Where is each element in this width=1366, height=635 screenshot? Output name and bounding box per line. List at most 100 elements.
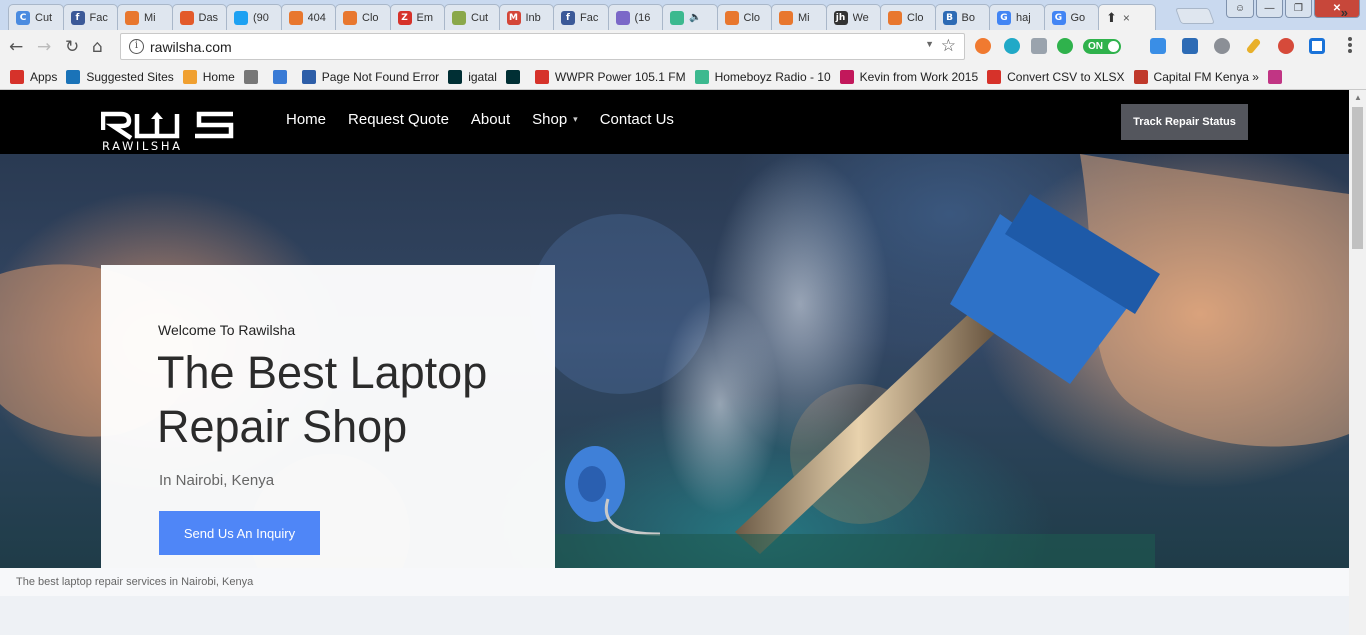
url-text[interactable]: rawilsha.com [150, 39, 232, 55]
bookmark-item[interactable] [505, 69, 526, 84]
close-window-button[interactable]: ✕ [1314, 0, 1360, 18]
nav-item-label: About [470, 111, 511, 128]
extension-b-icon[interactable] [1150, 38, 1166, 54]
browser-tab[interactable]: Z Em [389, 4, 445, 30]
bookmark-item[interactable]: WWPR Power 105.1 FM [534, 69, 686, 84]
bookmark-item[interactable] [272, 69, 293, 84]
maximize-button[interactable]: ❐ [1285, 0, 1312, 18]
globe-extension-icon[interactable] [1214, 38, 1230, 54]
tab-favicon-icon: B [942, 10, 957, 25]
download-manager-icon[interactable] [1057, 38, 1073, 54]
track-repair-status-button[interactable]: Track Repair Status [1121, 104, 1248, 140]
tab-title: Clo [743, 11, 761, 24]
instagram-icon [1267, 69, 1282, 84]
back-arrow-icon[interactable]: ← [9, 37, 23, 57]
tab-title: 404 [307, 11, 326, 24]
nav-item-label: Home [286, 111, 327, 128]
ez-icon [839, 69, 854, 84]
browser-tab[interactable]: G Go [1043, 4, 1099, 30]
forward-arrow-icon[interactable]: → [37, 37, 51, 57]
browser-tab[interactable]: (90 [226, 4, 282, 30]
tab-title: Bo [961, 11, 975, 24]
minimize-button[interactable]: — [1256, 0, 1283, 18]
browser-tab[interactable]: Das [171, 4, 227, 30]
page-scrollbar[interactable]: ▲ [1349, 90, 1366, 635]
browser-tab[interactable]: M Inb [498, 4, 554, 30]
bookmark-item[interactable]: Home [182, 69, 235, 84]
tab-title: Go [1070, 11, 1086, 24]
close-tab-icon[interactable]: × [1123, 11, 1130, 25]
bookmarks-bar: Apps Suggested Sites Home Page Not Found Er… [0, 64, 1366, 90]
rawilsha-logo[interactable]: RAWILSHA [101, 108, 235, 152]
scroll-up-icon[interactable]: ▲ [1354, 93, 1362, 102]
browser-tab[interactable]: Clo [716, 4, 772, 30]
bing-icon [66, 69, 81, 84]
tab-title: Cut [35, 11, 53, 24]
browser-tab[interactable]: B Bo [934, 4, 990, 30]
tab-audio-icon[interactable]: 🔈 [689, 12, 701, 23]
bookmark-item[interactable]: Capital FM Kenya » [1133, 69, 1259, 84]
tab-title: Cut [471, 11, 489, 24]
apps-grid-icon [10, 69, 24, 84]
bookmark-label: Suggested Sites [86, 69, 174, 84]
nav-item-request-quote[interactable]: Request Quote [348, 111, 449, 128]
extension-c-icon[interactable] [975, 38, 991, 54]
upload-user-icon[interactable] [1182, 38, 1198, 54]
bookmark-item[interactable] [1267, 69, 1288, 84]
reload-icon[interactable]: ↻ [65, 37, 79, 57]
browser-menu-icon[interactable] [1348, 37, 1352, 55]
browser-tab[interactable]: 404 [280, 4, 336, 30]
chevron-down-icon[interactable]: ▼ [925, 39, 934, 49]
tab-favicon-icon [779, 10, 793, 25]
download-tray-icon[interactable] [1031, 38, 1047, 54]
site-info-icon[interactable]: i [129, 39, 144, 54]
browser-tab[interactable]: Cut [444, 4, 500, 30]
tab-favicon-icon [888, 10, 902, 25]
send-inquiry-button[interactable]: Send Us An Inquiry [159, 511, 320, 555]
active-browser-tab[interactable]: ⬆ × [1098, 4, 1156, 30]
bookmark-item[interactable]: Kevin from Work 2015 [839, 69, 978, 84]
scrollbar-thumb[interactable] [1352, 107, 1363, 249]
nav-item-home[interactable]: Home [286, 111, 326, 128]
chevron-down-icon[interactable]: ▾ [573, 114, 578, 125]
home-icon[interactable]: ⌂ [92, 37, 103, 57]
bookmark-label: Apps [30, 69, 58, 84]
tab-title: Inb [525, 11, 541, 24]
bookmark-item[interactable]: Homeboyz Radio - 10 [694, 69, 831, 84]
browser-tab[interactable]: C Cut [8, 4, 64, 30]
tab-favicon-icon: f [561, 10, 575, 25]
tab-favicon-icon [670, 10, 684, 25]
browser-tab[interactable]: Mi [117, 4, 173, 30]
tab-title: (16 [634, 11, 651, 24]
window-extension-icon[interactable] [1309, 38, 1325, 54]
bookmark-item[interactable]: igatal [448, 69, 497, 84]
nav-item-shop[interactable]: Shop ▾ [532, 111, 578, 128]
pinwheel-icon[interactable] [1278, 38, 1294, 54]
new-tab-button[interactable] [1175, 8, 1215, 24]
browser-tab[interactable]: Clo [880, 4, 936, 30]
browser-tab[interactable]: Mi [771, 4, 827, 30]
pencil-extension-icon[interactable] [1245, 37, 1262, 55]
browser-tab[interactable]: 🔈 [662, 4, 718, 30]
nav-item-about[interactable]: About [471, 111, 510, 128]
bookmarks-overflow-icon[interactable]: » [1341, 5, 1348, 20]
tab-favicon-icon [724, 10, 739, 25]
bookmark-item[interactable]: Apps [10, 69, 58, 84]
bookmark-star-icon[interactable]: ☆ [941, 36, 956, 56]
bookmark-item[interactable]: Page Not Found Error [301, 69, 439, 84]
address-bar[interactable]: i rawilsha.com ▼ ☆ [120, 33, 965, 60]
browser-tab[interactable]: f Fac [62, 4, 118, 30]
browser-tab[interactable]: (16 [607, 4, 663, 30]
nav-item-contact-us[interactable]: Contact Us [600, 111, 674, 128]
bookmark-item[interactable]: Convert CSV to XLSX [987, 69, 1125, 84]
hero-caption-bar: The best laptop repair services in Nairo… [0, 568, 1349, 596]
bookmark-item[interactable]: Suggested Sites [66, 69, 174, 84]
bookmark-item[interactable] [243, 69, 264, 84]
toggle-extension-icon[interactable]: ON [1083, 39, 1121, 54]
browser-tab[interactable]: Clo [335, 4, 391, 30]
browser-tab[interactable]: f Fac [553, 4, 609, 30]
browser-tab[interactable]: jh We [825, 4, 881, 30]
browser-tab[interactable]: Ghaj [989, 4, 1045, 30]
headphones-icon[interactable] [1004, 38, 1020, 54]
profile-icon[interactable]: ☺ [1226, 0, 1254, 18]
